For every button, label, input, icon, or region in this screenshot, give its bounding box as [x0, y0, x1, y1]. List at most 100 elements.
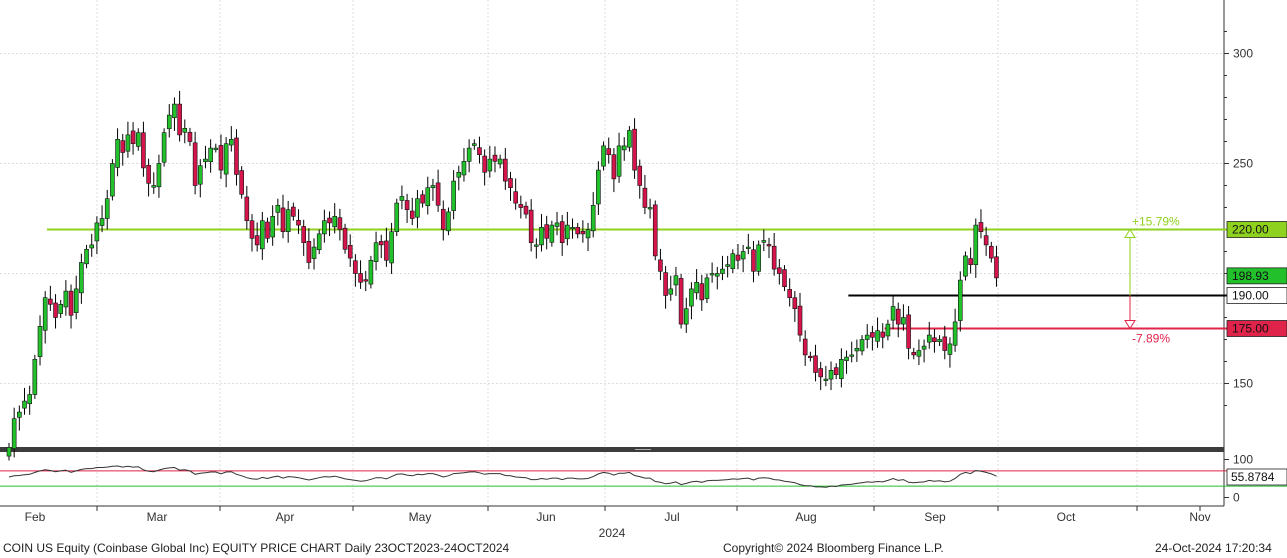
- candle-body: [130, 130, 136, 145]
- candle-body: [487, 158, 493, 172]
- candle-body: [513, 191, 518, 204]
- candle-body: [761, 240, 767, 243]
- candle-body: [265, 221, 270, 239]
- candle-body: [689, 288, 694, 307]
- candle-body: [234, 137, 239, 175]
- candle-body: [306, 241, 312, 263]
- candle-body: [466, 147, 472, 162]
- candle-body: [337, 217, 343, 230]
- candle-body: [177, 103, 182, 136]
- candle-body: [301, 226, 306, 243]
- month-label: Aug: [795, 510, 816, 524]
- month-label: May: [409, 510, 432, 524]
- candle-body: [503, 158, 508, 182]
- candle-body: [627, 130, 632, 148]
- candle-body: [291, 206, 296, 217]
- month-label: Mar: [147, 510, 168, 524]
- candle-body: [932, 337, 937, 342]
- candle-body: [11, 418, 17, 449]
- candle-body: [668, 288, 674, 295]
- candle-body: [813, 355, 818, 373]
- candle-body: [42, 297, 48, 331]
- candle-body: [756, 244, 761, 272]
- candle-body: [161, 132, 167, 163]
- month-label: Oct: [1057, 510, 1076, 524]
- candle-body: [994, 256, 999, 279]
- candle-body: [616, 145, 622, 177]
- candle-body: [353, 260, 358, 274]
- candle-body: [239, 170, 244, 195]
- candle-body: [720, 268, 725, 274]
- candle-body: [120, 140, 126, 153]
- candle-body: [79, 262, 84, 294]
- candle-body: [549, 224, 555, 243]
- candle-body: [37, 325, 43, 357]
- candle-body: [363, 279, 369, 282]
- rsi-tick-label: 0: [1233, 491, 1240, 505]
- candle-body: [864, 334, 870, 340]
- candle-body: [642, 187, 648, 208]
- downside-percent-label: -7.89%: [1132, 332, 1170, 346]
- candle-body: [590, 205, 596, 232]
- candle-body: [771, 245, 777, 270]
- candle-body: [596, 169, 601, 205]
- candle-body: [146, 164, 151, 184]
- candle-body: [559, 221, 565, 244]
- candle-body: [461, 161, 467, 176]
- candle-body: [926, 334, 932, 343]
- candle-body: [110, 163, 115, 197]
- candle-body: [968, 258, 973, 266]
- candle-body: [451, 180, 456, 211]
- candle-body: [983, 235, 989, 246]
- candle-body: [22, 400, 27, 409]
- month-label: Sep: [924, 510, 946, 524]
- candle-body: [699, 283, 705, 301]
- candle-body: [53, 302, 58, 318]
- candle-body: [94, 222, 100, 242]
- candle-body: [270, 216, 275, 238]
- candle-body: [880, 331, 886, 338]
- candle-body: [404, 200, 410, 211]
- candle-body: [544, 224, 549, 239]
- candle-body: [203, 158, 208, 163]
- candle-body: [539, 227, 544, 246]
- candle-body: [6, 446, 12, 457]
- candle-body: [735, 254, 741, 261]
- y-tick-label: 300: [1233, 47, 1253, 61]
- candle-body: [342, 227, 348, 250]
- rsi-value-text: 55.8784: [1231, 470, 1275, 484]
- candle-body: [187, 131, 193, 142]
- month-label: Jul: [664, 510, 679, 524]
- candle-body: [89, 244, 95, 249]
- candle-body: [854, 347, 860, 352]
- candle-body: [921, 345, 927, 350]
- candle-body: [916, 350, 922, 357]
- candle-body: [84, 249, 89, 265]
- candle-body: [58, 303, 64, 314]
- candle-body: [606, 148, 612, 155]
- candle-body: [368, 259, 374, 285]
- candle-body: [978, 222, 984, 233]
- candle-body: [373, 242, 379, 262]
- candle-body: [808, 355, 813, 359]
- candle-body: [885, 323, 891, 337]
- candle-body: [497, 158, 503, 165]
- y-tick-label: 150: [1233, 377, 1253, 391]
- candle-body: [471, 143, 477, 146]
- candle-body: [435, 182, 441, 206]
- candle-body: [751, 249, 756, 272]
- candle-body: [156, 163, 162, 188]
- candle-body: [125, 134, 131, 152]
- candle-body: [849, 354, 855, 357]
- candle-body: [218, 145, 224, 171]
- candle-body: [611, 154, 617, 180]
- month-label: Apr: [276, 510, 295, 524]
- candle-body: [425, 187, 431, 207]
- candle-body: [637, 165, 643, 186]
- candle-body: [823, 378, 829, 381]
- candle-body: [570, 227, 575, 230]
- timestamp: 24-Oct-2024 17:20:34: [1155, 541, 1272, 555]
- candle-body: [957, 279, 963, 321]
- candle-body: [477, 147, 482, 156]
- candle-body: [347, 245, 353, 259]
